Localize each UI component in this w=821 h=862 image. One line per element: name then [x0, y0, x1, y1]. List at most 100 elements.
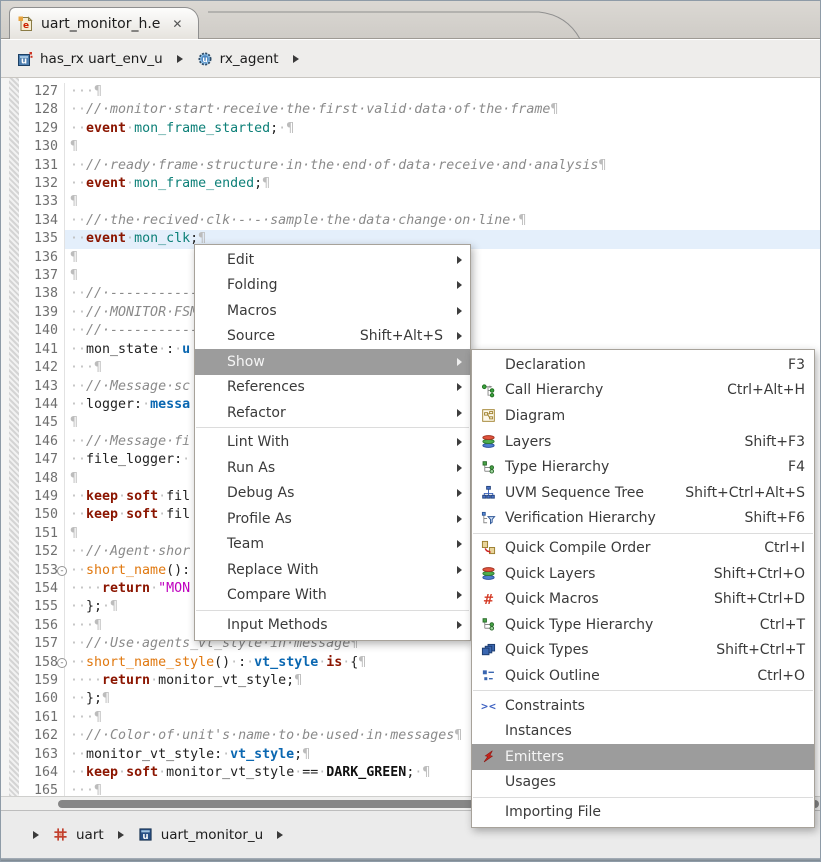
menu-item-references[interactable]: References	[195, 375, 470, 401]
tab-close-icon[interactable]: ✕	[172, 17, 182, 31]
menu-item-label: Team	[227, 536, 443, 552]
code-line-129[interactable]: 129··event·mon_frame_started;·¶	[19, 120, 820, 138]
blank-icon	[479, 774, 497, 790]
breadcrumb-item-uart[interactable]: uart	[53, 827, 104, 843]
menu-item-profile-as[interactable]: Profile As	[195, 506, 470, 532]
show-submenu: DeclarationF3Call HierarchyCtrl+Alt+HDia…	[471, 349, 815, 828]
svg-text:><: ><	[481, 701, 496, 712]
submenu-item-diagram[interactable]: Diagram	[472, 403, 814, 429]
menu-item-shortcut: F3	[788, 357, 805, 373]
code-text: ··//·ready·frame·structure·in·the·end·of…	[65, 157, 820, 175]
menu-item-replace-with[interactable]: Replace With	[195, 557, 470, 583]
line-number: 144	[19, 396, 65, 414]
breadcrumb-arrow-icon[interactable]	[177, 55, 183, 63]
code-line-131[interactable]: 131··//·ready·frame·structure·in·the·end…	[19, 157, 820, 175]
menu-item-label: References	[227, 379, 443, 395]
menu-separator	[196, 610, 469, 611]
menu-item-input-methods[interactable]: Input Methods	[195, 612, 470, 638]
menu-item-refactor[interactable]: Refactor	[195, 400, 470, 426]
tab-title: uart_monitor_h.e	[41, 16, 160, 32]
blank-icon	[479, 804, 497, 820]
submenu-item-constraints[interactable]: ><Constraints	[472, 693, 814, 719]
submenu-arrow-icon	[457, 307, 462, 315]
menu-item-source[interactable]: SourceShift+Alt+S	[195, 324, 470, 350]
package-icon	[53, 827, 69, 843]
menu-item-show[interactable]: Show	[195, 349, 470, 375]
submenu-item-quick-macros[interactable]: #Quick MacrosShift+Ctrl+D	[472, 586, 814, 612]
line-number: 147	[19, 451, 65, 469]
submenu-item-layers[interactable]: LayersShift+F3	[472, 429, 814, 455]
code-line-133[interactable]: 133¶	[19, 193, 820, 211]
breadcrumb-arrow-icon[interactable]	[277, 831, 283, 839]
code-text: ··event·mon_frame_started;·¶	[65, 120, 820, 138]
submenu-item-uvm-sequence-tree[interactable]: UVM Sequence TreeShift+Ctrl+Alt+S	[472, 480, 814, 506]
menu-item-compare-with[interactable]: Compare With	[195, 583, 470, 609]
breadcrumb-arrow-icon[interactable]	[293, 55, 299, 63]
constraints-icon: ><	[479, 698, 497, 714]
code-line-127[interactable]: 127···¶	[19, 83, 820, 101]
submenu-item-quick-type-hierarchy[interactable]: Quick Type HierarchyCtrl+T	[472, 612, 814, 638]
line-number: 161	[19, 709, 65, 727]
line-number: 150	[19, 506, 65, 524]
submenu-arrow-icon	[457, 591, 462, 599]
code-line-130[interactable]: 130¶	[19, 138, 820, 156]
submenu-item-call-hierarchy[interactable]: Call HierarchyCtrl+Alt+H	[472, 378, 814, 404]
submenu-item-quick-outline[interactable]: Quick OutlineCtrl+O	[472, 663, 814, 689]
fold-minus-icon[interactable]: -	[57, 658, 67, 668]
menu-item-lint-with[interactable]: Lint With	[195, 430, 470, 456]
left-rail	[1, 78, 9, 796]
line-number: 149	[19, 488, 65, 506]
submenu-item-instances[interactable]: Instances	[472, 718, 814, 744]
menu-item-label: Quick Types	[505, 642, 716, 658]
unit-icon: u	[17, 51, 33, 67]
menu-item-label: Emitters	[505, 749, 805, 765]
menu-item-shortcut: F4	[788, 459, 805, 475]
submenu-item-declaration[interactable]: DeclarationF3	[472, 352, 814, 378]
submenu-arrow-icon	[457, 438, 462, 446]
menu-item-shortcut: Shift+Ctrl+O	[714, 566, 805, 582]
quick-outline-icon	[479, 668, 497, 684]
menu-item-shortcut: Shift+Ctrl+T	[716, 642, 805, 658]
submenu-item-emitters[interactable]: Emitters	[472, 744, 814, 770]
breadcrumb-item-rx-agent[interactable]: urx_agent	[197, 51, 279, 67]
menu-item-debug-as[interactable]: Debug As	[195, 481, 470, 507]
call-hierarchy-icon	[479, 382, 497, 398]
fold-minus-icon[interactable]: -	[57, 566, 67, 576]
menu-item-shortcut: Ctrl+Alt+H	[727, 382, 805, 398]
breadcrumb-arrow-icon[interactable]	[33, 831, 39, 839]
code-line-134[interactable]: 134··//·the·recived·clk·-·-·sample·the·d…	[19, 212, 820, 230]
menu-separator	[473, 797, 813, 798]
submenu-arrow-icon	[457, 358, 462, 366]
breadcrumb-item-has-rx-uart-env-u[interactable]: uhas_rx uart_env_u	[17, 51, 163, 67]
menu-separator	[473, 533, 813, 534]
diagram-icon	[479, 408, 497, 424]
menu-item-label: Instances	[505, 723, 805, 739]
submenu-item-usages[interactable]: Usages	[472, 770, 814, 796]
editor-tab[interactable]: e uart_monitor_h.e ✕	[9, 7, 199, 39]
submenu-item-quick-types[interactable]: Quick TypesShift+Ctrl+T	[472, 638, 814, 664]
menu-item-edit[interactable]: Edit	[195, 247, 470, 273]
breadcrumb-item-uart-monitor-u[interactable]: uuart_monitor_u	[138, 827, 264, 843]
line-number: 158-	[19, 654, 65, 672]
menu-item-team[interactable]: Team	[195, 532, 470, 558]
submenu-item-verification-hierarchy[interactable]: Verification HierarchyShift+F6	[472, 506, 814, 532]
submenu-item-type-hierarchy[interactable]: Type HierarchyF4	[472, 454, 814, 480]
menu-item-label: Compare With	[227, 587, 443, 603]
submenu-item-quick-layers[interactable]: Quick LayersShift+Ctrl+O	[472, 561, 814, 587]
code-line-128[interactable]: 128··//·monitor·start·receive·the·first·…	[19, 101, 820, 119]
window-bottom-edge	[1, 858, 820, 862]
menu-item-run-as[interactable]: Run As	[195, 455, 470, 481]
menu-separator	[196, 427, 469, 428]
submenu-item-quick-compile-order[interactable]: Quick Compile OrderCtrl+I	[472, 535, 814, 561]
breadcrumb: uhas_rx uart_env_u urx_agent	[1, 40, 820, 78]
menu-item-folding[interactable]: Folding	[195, 273, 470, 299]
menu-item-macros[interactable]: Macros	[195, 298, 470, 324]
submenu-item-importing-file[interactable]: Importing File	[472, 799, 814, 825]
line-number: 154	[19, 580, 65, 598]
breadcrumb-arrow-icon[interactable]	[118, 831, 124, 839]
menu-item-label: Edit	[227, 252, 443, 268]
menu-item-shortcut: Ctrl+T	[760, 617, 805, 633]
code-line-132[interactable]: 132··event·mon_frame_ended;¶	[19, 175, 820, 193]
svg-text:u: u	[142, 830, 148, 840]
code-text: ¶	[65, 138, 820, 156]
